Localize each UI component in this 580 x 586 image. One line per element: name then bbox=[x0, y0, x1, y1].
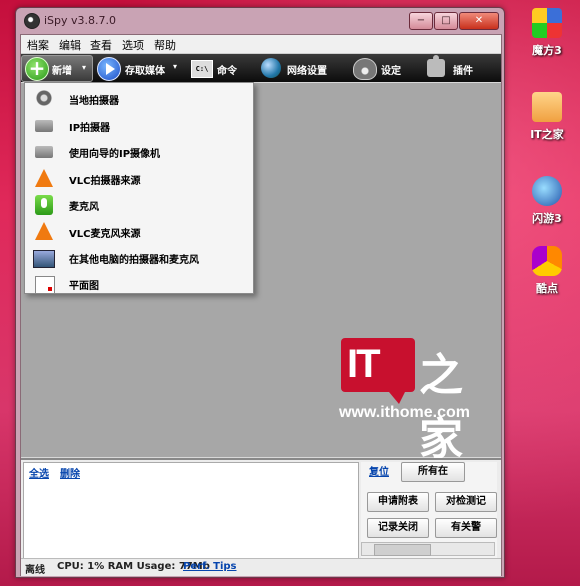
network-label: 网络设置 bbox=[287, 66, 327, 77]
rubiks-cube-icon bbox=[532, 8, 562, 38]
menu-item-vlc-camera[interactable]: VLC拍摄器来源 bbox=[25, 167, 253, 191]
vlc-icon bbox=[35, 222, 53, 240]
close-button[interactable]: ✕ bbox=[459, 12, 499, 30]
network-settings-button[interactable]: 网络设置 bbox=[259, 56, 339, 80]
desktop-icon-label: 魔方3 bbox=[532, 44, 562, 57]
settings-label: 设定 bbox=[381, 66, 401, 77]
menu-help[interactable]: 帮助 bbox=[154, 37, 176, 53]
title-bar[interactable]: iSpy v3.8.7.0 − □ ✕ bbox=[16, 8, 504, 34]
settings-button[interactable]: 设定 bbox=[351, 56, 411, 80]
alert-button[interactable]: 有关警 bbox=[435, 518, 497, 538]
desktop-icon-mofang[interactable]: 魔方3 bbox=[522, 8, 572, 74]
chevron-down-icon: ▾ bbox=[82, 63, 87, 72]
menu-item-ip-camera[interactable]: IP拍摄器 bbox=[25, 114, 253, 138]
remote-computer-icon bbox=[33, 250, 55, 268]
ispy-window: iSpy v3.8.7.0 − □ ✕ 档案 编辑 查看 选项 帮助 + 新增 … bbox=[15, 7, 505, 578]
tab-reset[interactable]: 复位 bbox=[369, 463, 389, 478]
save-media-button[interactable]: 存取媒体 ▾ bbox=[97, 56, 183, 81]
plugins-label: 插件 bbox=[453, 66, 473, 77]
connection-status: 离线 bbox=[25, 565, 45, 576]
menu-item-remote-computer[interactable]: 在其他电脑的拍摄器和麦克风 bbox=[25, 246, 253, 270]
scrollbar-thumb[interactable] bbox=[374, 544, 431, 556]
record-off-button[interactable]: 记录关闭 bbox=[367, 518, 429, 538]
toolbar: + 新增 ▾ 存取媒体 ▾ C:\ 命令 网络设置 设定 插件 bbox=[21, 54, 501, 82]
watermark-chinese: 之家 bbox=[419, 350, 463, 465]
webcam-icon bbox=[31, 89, 57, 109]
menu-item-label: 平面图 bbox=[69, 281, 99, 292]
puzzle-icon bbox=[427, 55, 445, 77]
perf-tips-link[interactable]: Perf. Tips bbox=[183, 561, 237, 572]
menu-item-ip-camera-wizard[interactable]: 使用向导的IP摄像机 bbox=[25, 140, 253, 164]
watermark-logo-text: IT bbox=[347, 342, 381, 386]
menu-edit[interactable]: 编辑 bbox=[59, 37, 81, 53]
menu-item-label: 麦克风 bbox=[69, 202, 99, 213]
menu-item-label: 在其他电脑的拍摄器和麦克风 bbox=[69, 255, 199, 266]
desktop-icon-ithome[interactable]: IT之家 bbox=[522, 92, 572, 158]
plus-icon: + bbox=[25, 57, 49, 81]
menu-item-label: VLC麦克风来源 bbox=[69, 229, 141, 240]
desktop-icon-label: 酷点 bbox=[536, 282, 558, 295]
menu-item-vlc-microphone[interactable]: VLC麦克风来源 bbox=[25, 220, 253, 244]
media-list-panel[interactable]: 全选 删除 bbox=[23, 462, 359, 560]
menu-item-label: VLC拍摄器来源 bbox=[69, 176, 141, 187]
save-media-label: 存取媒体 bbox=[125, 66, 165, 77]
app-icon bbox=[24, 13, 40, 29]
menu-bar: 档案 编辑 查看 选项 帮助 bbox=[21, 35, 501, 54]
desktop-icon-kudian[interactable]: 酷点 bbox=[522, 246, 572, 312]
ithome-icon bbox=[532, 92, 562, 122]
window-title: iSpy v3.8.7.0 bbox=[44, 14, 117, 27]
menu-item-local-camera[interactable]: 当地拍摄器 bbox=[25, 87, 253, 111]
schedule-panel: 复位 所有在 申请附表 对检测记 记录关闭 有关警 bbox=[361, 462, 497, 558]
ithome-watermark-logo: IT bbox=[341, 338, 415, 404]
desktop-icon-label: 闪游3 bbox=[532, 212, 562, 225]
desktop-icon-label: IT之家 bbox=[530, 128, 564, 141]
new-button[interactable]: + 新增 ▾ bbox=[21, 55, 93, 82]
menu-options[interactable]: 选项 bbox=[122, 37, 144, 53]
microphone-icon bbox=[35, 195, 53, 215]
flash-game-icon bbox=[532, 176, 562, 206]
menu-item-floorplan[interactable]: 平面图 bbox=[25, 272, 253, 296]
select-all-link[interactable]: 全选 bbox=[29, 465, 49, 480]
apply-schedule-button[interactable]: 申请附表 bbox=[367, 492, 429, 512]
detection-record-button[interactable]: 对检测记 bbox=[435, 492, 497, 512]
command-button[interactable]: C:\ 命令 bbox=[189, 56, 245, 80]
vlc-icon bbox=[35, 169, 53, 187]
play-icon bbox=[97, 57, 121, 81]
menu-view[interactable]: 查看 bbox=[90, 37, 112, 53]
menu-item-microphone[interactable]: 麦克风 bbox=[25, 193, 253, 217]
status-bar: 离线 CPU: 1% RAM Usage: 77Mb Perf. Tips bbox=[21, 558, 501, 576]
minimize-button[interactable]: − bbox=[409, 12, 433, 30]
ip-camera-icon bbox=[35, 120, 53, 132]
bottom-panel: 全选 删除 复位 所有在 申请附表 对检测记 记录关闭 有关警 bbox=[21, 458, 501, 560]
command-prompt-icon: C:\ bbox=[191, 60, 213, 78]
globe-icon bbox=[261, 58, 281, 78]
tab-all[interactable]: 所有在 bbox=[401, 462, 465, 482]
desktop-icon-shanyou[interactable]: 闪游3 bbox=[522, 176, 572, 242]
gauge-icon bbox=[353, 58, 377, 80]
floorplan-icon bbox=[35, 276, 55, 294]
menu-file[interactable]: 档案 bbox=[27, 37, 49, 53]
watermark-url: www.ithome.com bbox=[339, 404, 470, 421]
horizontal-scrollbar[interactable] bbox=[361, 542, 495, 556]
plugins-button[interactable]: 插件 bbox=[423, 55, 483, 80]
ip-camera-wizard-icon bbox=[35, 146, 53, 158]
new-label: 新增 bbox=[52, 66, 72, 77]
menu-item-label: 当地拍摄器 bbox=[69, 96, 119, 107]
menu-item-label: IP拍摄器 bbox=[69, 123, 111, 134]
client-area: 档案 编辑 查看 选项 帮助 + 新增 ▾ 存取媒体 ▾ C:\ 命令 网络设置… bbox=[20, 34, 502, 576]
hexagon-icon bbox=[532, 246, 562, 276]
new-dropdown-menu: 当地拍摄器 IP拍摄器 使用向导的IP摄像机 VLC拍摄器来源 麦克风 VLC麦… bbox=[24, 82, 254, 294]
command-label: 命令 bbox=[217, 66, 237, 77]
chevron-down-icon: ▾ bbox=[173, 62, 178, 71]
maximize-button[interactable]: □ bbox=[434, 12, 458, 30]
menu-item-label: 使用向导的IP摄像机 bbox=[69, 149, 161, 160]
delete-link[interactable]: 删除 bbox=[60, 465, 80, 480]
